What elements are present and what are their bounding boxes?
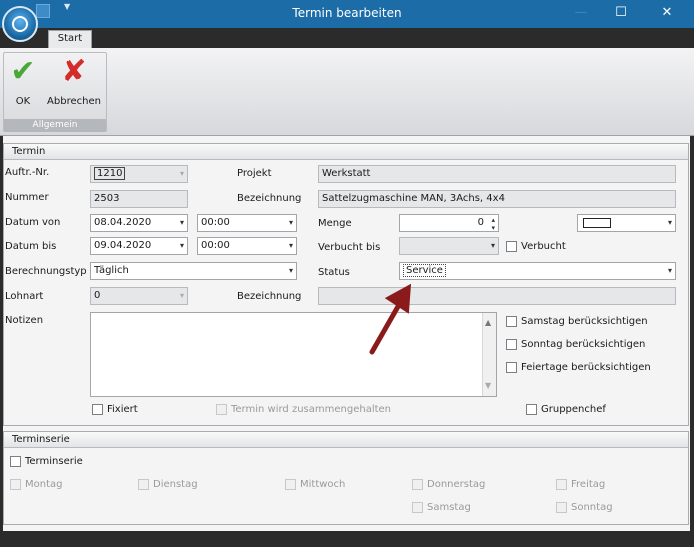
app-menu-orb-icon[interactable] — [2, 6, 38, 42]
app-orb-ring-icon — [12, 16, 28, 32]
annotation-arrow-icon — [369, 283, 412, 355]
